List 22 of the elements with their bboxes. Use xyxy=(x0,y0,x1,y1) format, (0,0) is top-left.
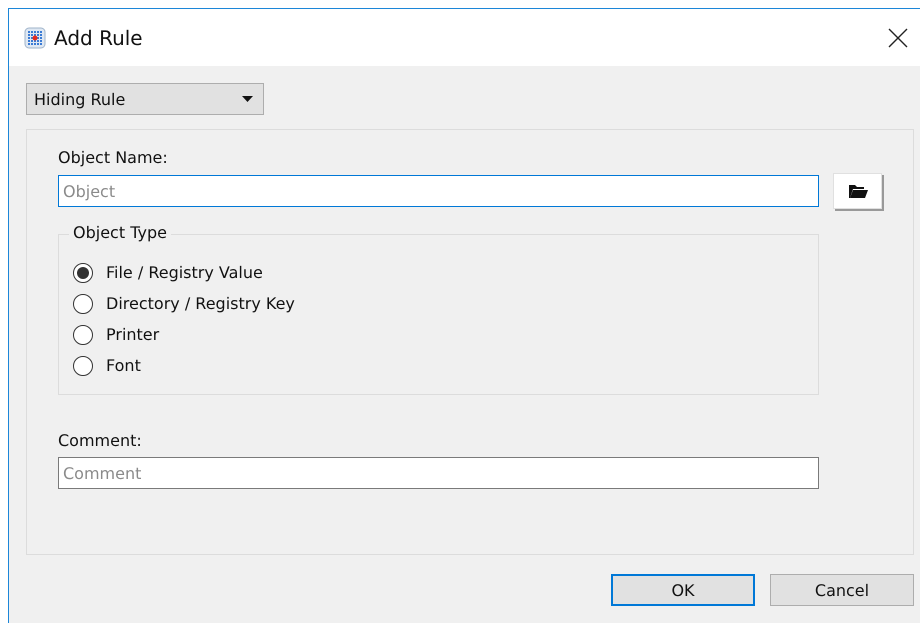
folder-icon xyxy=(848,183,868,199)
radio-button[interactable] xyxy=(73,324,93,344)
radio-label: Font xyxy=(106,356,141,375)
close-icon[interactable] xyxy=(888,28,908,48)
object-name-label: Object Name: xyxy=(58,148,168,167)
group-title: Object Type xyxy=(69,223,171,242)
radio-button[interactable] xyxy=(73,294,93,314)
comment-label: Comment: xyxy=(58,431,142,450)
radio-label: File / Registry Value xyxy=(106,263,263,282)
grid-icon xyxy=(24,26,46,48)
dialog-button[interactable]: Cancel xyxy=(770,574,914,606)
comment-field[interactable]: Comment xyxy=(58,457,819,489)
object-name-field[interactable]: Object xyxy=(58,175,819,207)
radio-button[interactable] xyxy=(73,262,93,282)
radio-button[interactable] xyxy=(73,356,93,376)
rule-type-dropdown[interactable]: Hiding Rule xyxy=(26,83,264,115)
radio-label: Directory / Registry Key xyxy=(106,294,295,313)
dialog-button[interactable]: OK xyxy=(611,574,755,606)
radio-label: Printer xyxy=(106,325,160,344)
caret-icon xyxy=(242,96,253,102)
window-title: Add Rule xyxy=(54,26,144,50)
browse-button[interactable] xyxy=(833,173,882,209)
